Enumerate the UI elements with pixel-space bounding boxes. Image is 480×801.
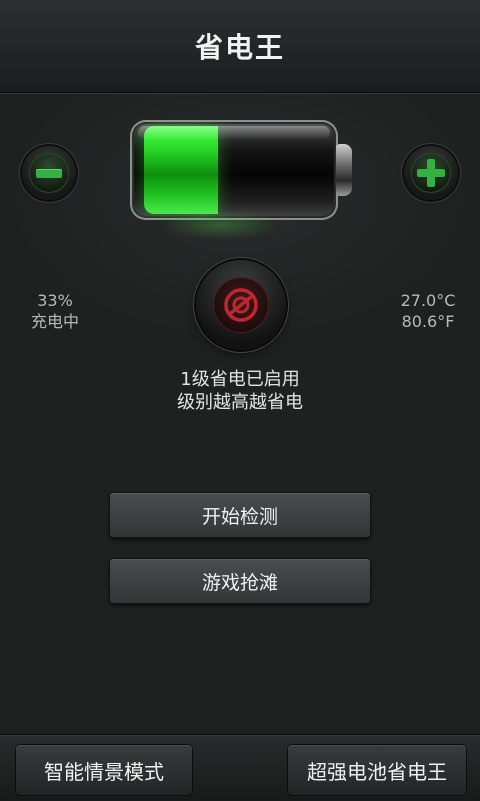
save-level-label: 1级省电已启用 bbox=[180, 369, 300, 390]
increase-level-button[interactable] bbox=[404, 146, 458, 200]
charging-state: 充电中 bbox=[30, 312, 79, 331]
plus-icon bbox=[411, 153, 451, 193]
minus-icon bbox=[29, 153, 69, 193]
bottom-bar: 智能情景模式 超强电池省电王 bbox=[0, 734, 480, 801]
app-title: 省电王 bbox=[194, 31, 285, 64]
power-save-toggle-button[interactable] bbox=[196, 260, 286, 350]
battery-graphic bbox=[130, 120, 352, 220]
battery-status: 33% 充电中 bbox=[20, 290, 90, 332]
power-save-icon bbox=[213, 277, 269, 333]
scene-mode-button[interactable]: 智能情景模式 bbox=[16, 745, 192, 795]
save-level-hint: 级别越高越省电 bbox=[177, 392, 303, 413]
battery-percent: 33% bbox=[37, 291, 73, 310]
temperature-celsius: 27.0°C bbox=[400, 291, 456, 310]
title-bar: 省电王 bbox=[0, 0, 480, 93]
temperature-fahrenheit: 80.6°F bbox=[401, 312, 455, 331]
decrease-level-button[interactable] bbox=[22, 146, 76, 200]
battery-cap bbox=[336, 144, 352, 196]
game-button[interactable]: 游戏抢滩 bbox=[110, 559, 370, 603]
super-battery-button[interactable]: 超强电池省电王 bbox=[288, 745, 466, 795]
start-detect-button[interactable]: 开始检测 bbox=[110, 493, 370, 537]
save-mode-description: 1级省电已启用 级别越高越省电 bbox=[0, 368, 480, 414]
temperature-status: 27.0°C 80.6°F bbox=[386, 290, 470, 332]
